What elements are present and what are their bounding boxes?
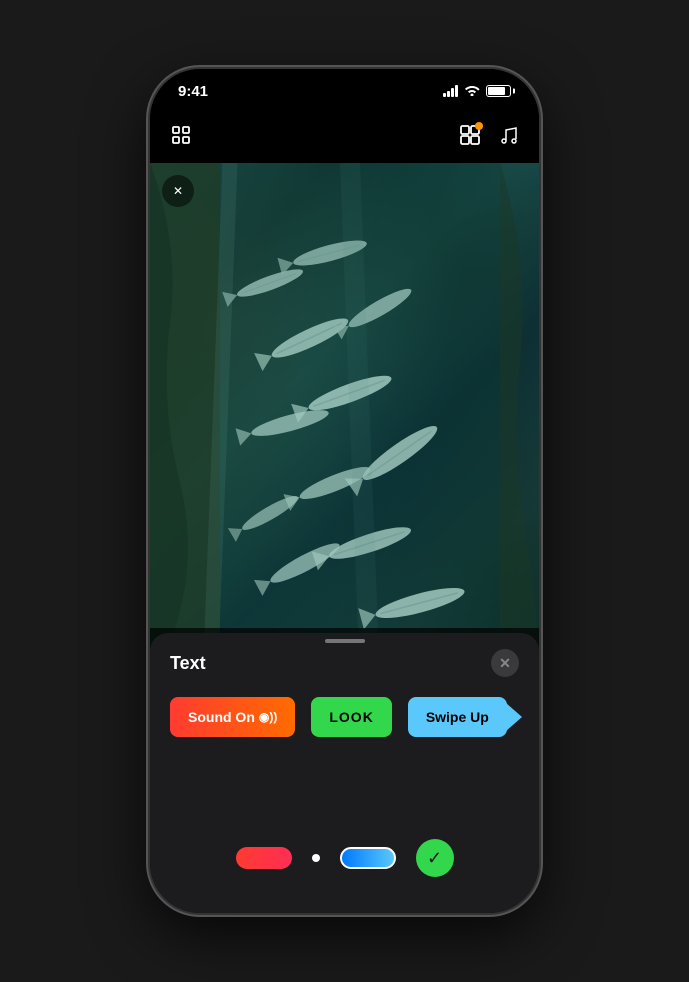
sound-on-sticker[interactable]: Sound On ◉)) <box>170 697 295 737</box>
close-button[interactable]: ✕ <box>162 175 194 207</box>
notch <box>270 69 420 99</box>
battery-fill <box>488 87 505 95</box>
wifi-icon <box>464 84 480 99</box>
blue-color-option-selected[interactable] <box>340 847 396 869</box>
color-indicator-dot <box>312 854 320 862</box>
panel-close-icon: ✕ <box>499 655 511 672</box>
content-area: ✕ 🧒 <box>150 163 539 913</box>
sticker-options-row: Sound On ◉)) LOOK Swipe Up <box>150 689 539 745</box>
panel-title: Text <box>170 653 206 674</box>
red-color-option[interactable] <box>236 847 292 869</box>
status-icons <box>443 84 511 99</box>
swipe-up-label: Swipe Up <box>426 709 489 725</box>
swipe-up-container: Swipe Up <box>408 697 522 737</box>
green-color-option[interactable]: ✓ <box>416 839 454 877</box>
color-selector-row: ✓ <box>150 823 539 893</box>
phone-frame: 9:41 <box>150 69 539 913</box>
battery-icon <box>486 85 511 97</box>
grid-icon[interactable] <box>459 129 481 151</box>
fish-school-svg <box>150 163 539 683</box>
layers-icon[interactable] <box>170 124 192 152</box>
look-label: LOOK <box>329 709 373 725</box>
drag-handle <box>325 639 365 643</box>
notification-area <box>459 124 481 152</box>
sound-on-label: Sound On <box>188 709 255 725</box>
media-area: ✕ 🧒 <box>150 163 539 683</box>
music-icon[interactable] <box>497 124 519 152</box>
toolbar-right <box>459 124 519 152</box>
look-sticker[interactable]: LOOK <box>311 697 391 737</box>
sound-waves-icon: ◉)) <box>259 710 277 724</box>
status-time: 9:41 <box>178 83 208 100</box>
panel-close-button[interactable]: ✕ <box>491 649 519 677</box>
close-icon: ✕ <box>173 184 183 198</box>
checkmark-icon: ✓ <box>427 848 442 869</box>
notification-dot <box>475 122 483 130</box>
signal-icon <box>443 85 458 97</box>
bottom-panel: Text ✕ Sound On ◉)) LOOK <box>150 633 539 913</box>
top-toolbar <box>150 113 539 163</box>
toolbar-left <box>170 124 192 152</box>
swipe-up-sticker[interactable]: Swipe Up <box>408 697 507 737</box>
